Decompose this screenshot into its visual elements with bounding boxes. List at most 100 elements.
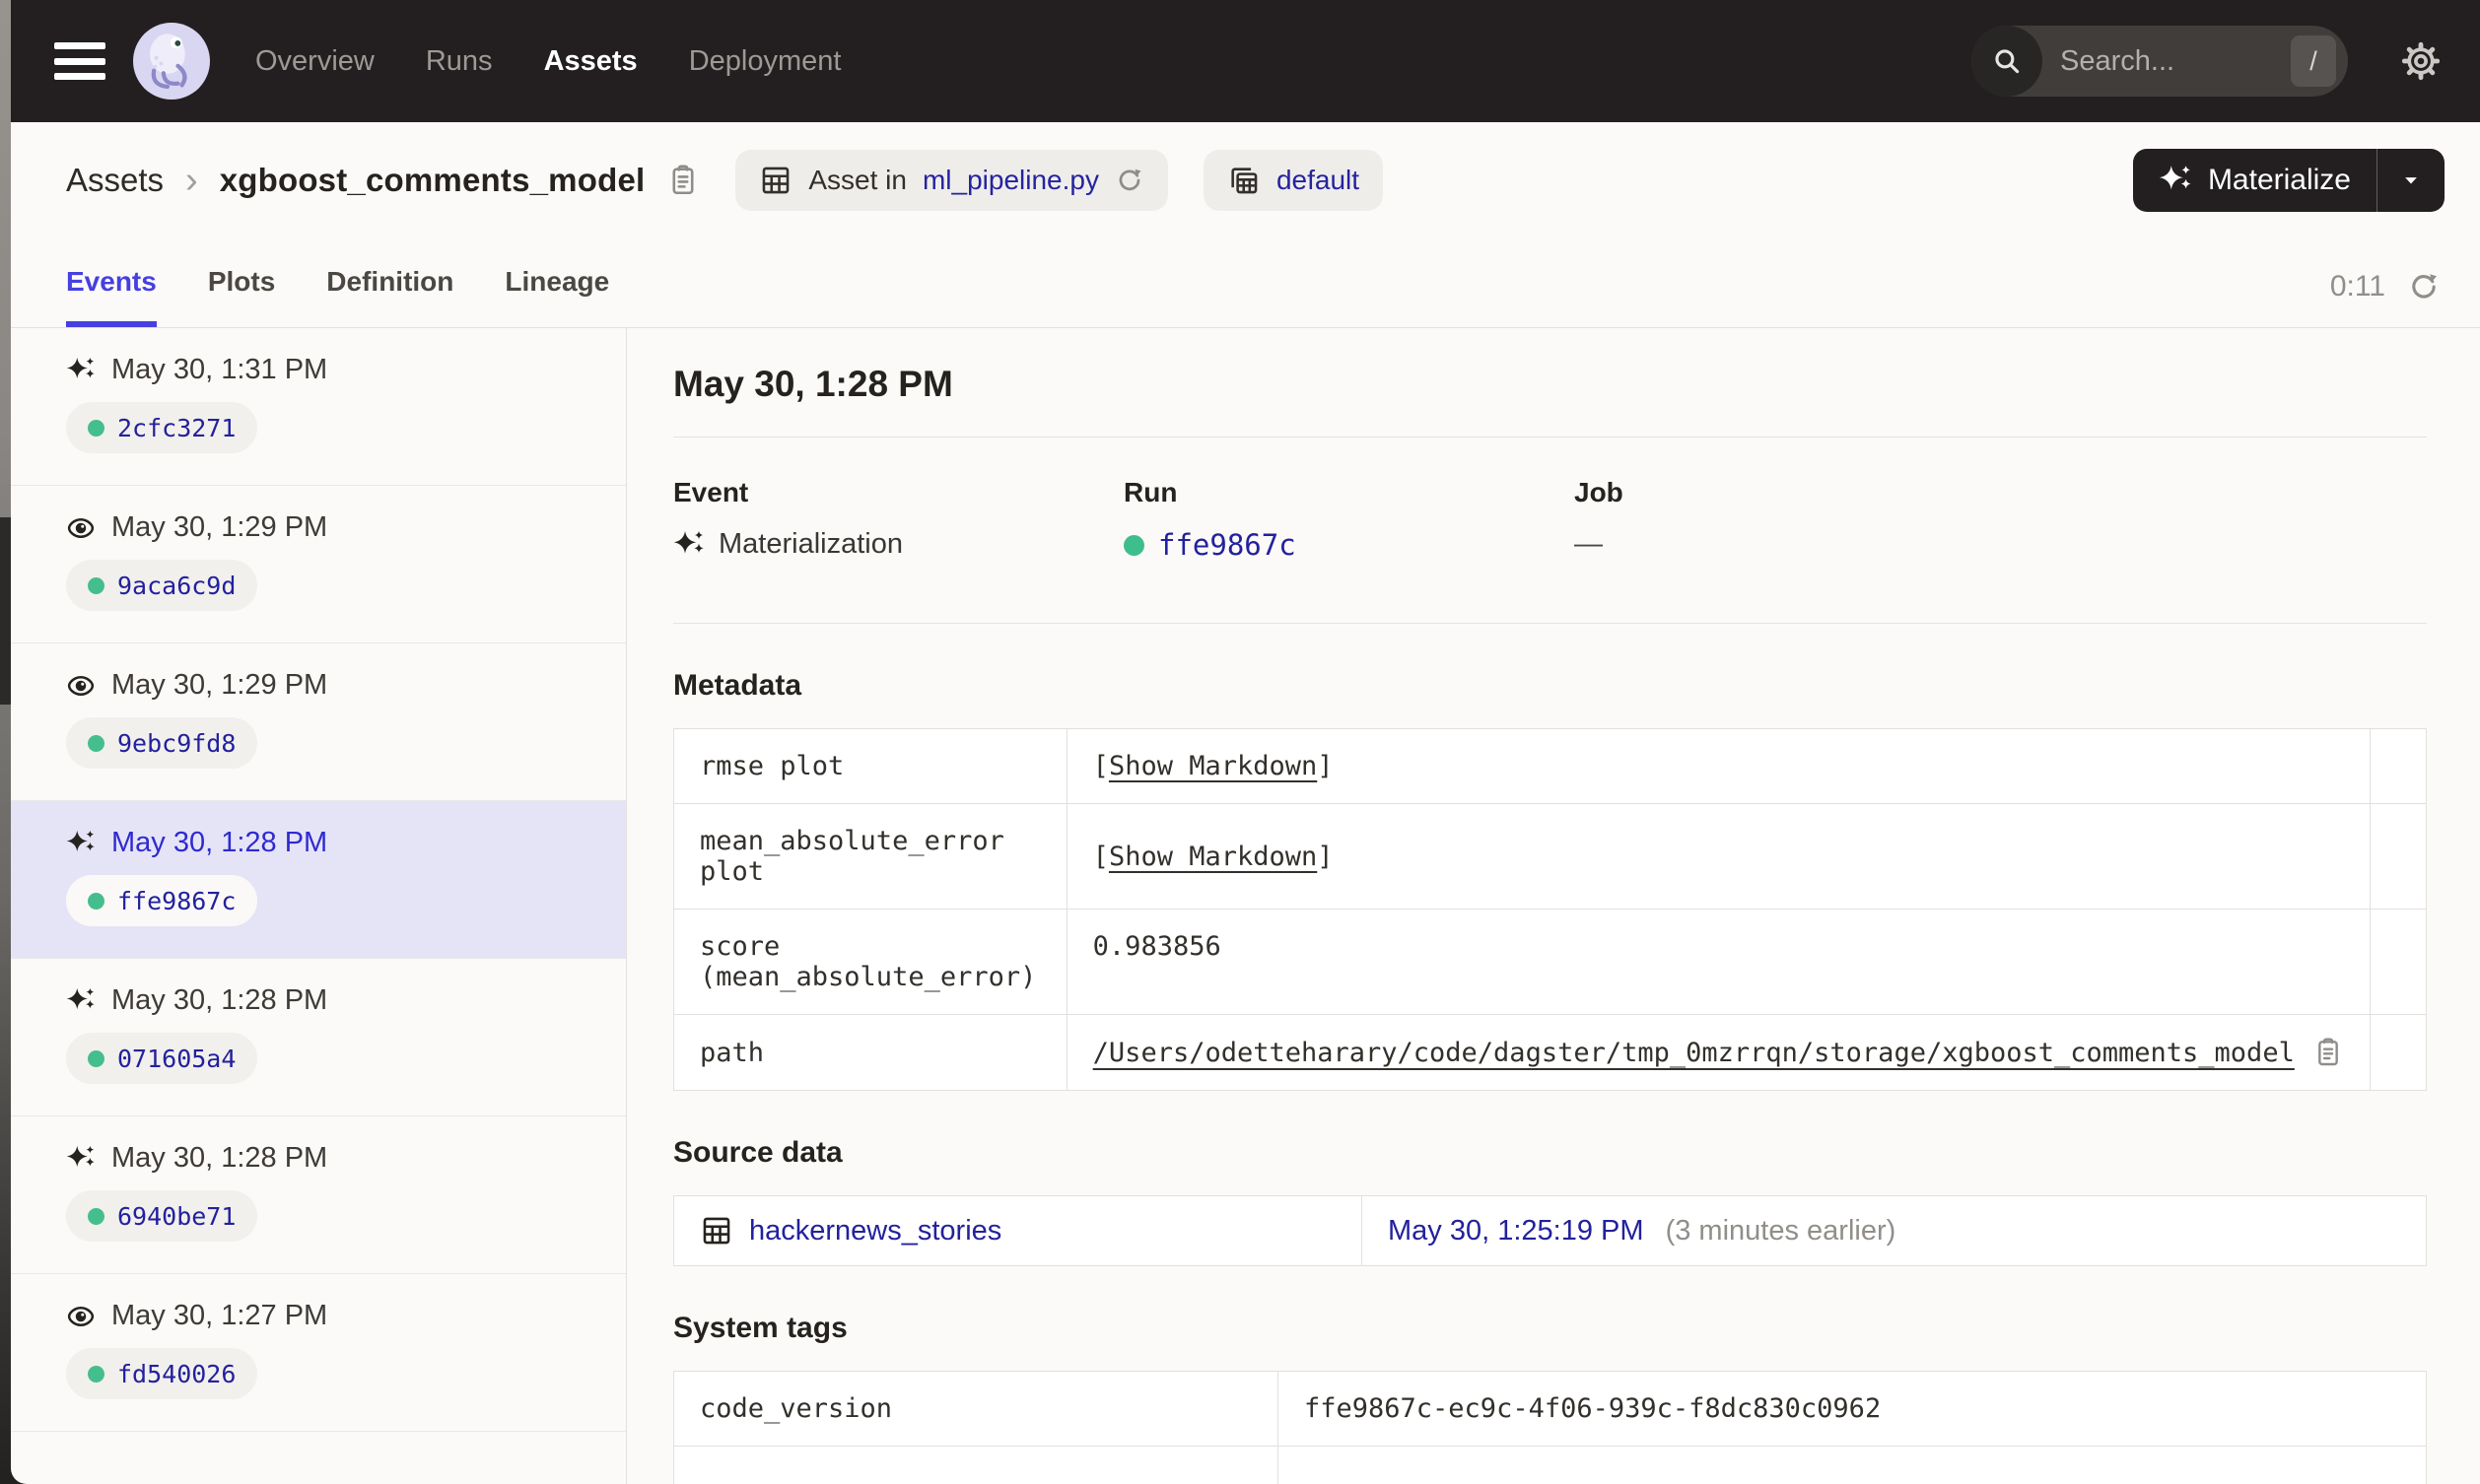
breadcrumb-assets-link[interactable]: Assets [66, 162, 164, 199]
run-id-pill[interactable]: 071605a4 [66, 1033, 258, 1084]
system-tags-table: code_version ffe9867c-ec9c-4f06-939c-f8d… [673, 1371, 2427, 1484]
materialize-button[interactable]: Materialize [2133, 149, 2377, 212]
search-shortcut-badge: / [2291, 35, 2336, 87]
observation-eye-icon [66, 513, 96, 543]
asset-in-file-badge: Asset in ml_pipeline.py [735, 150, 1168, 211]
metadata-value: /Users/odetteharary/code/dagster/tmp_0mz… [1066, 1014, 2371, 1091]
pipeline-file-link[interactable]: ml_pipeline.py [923, 165, 1099, 196]
run-id-pill[interactable]: fd540026 [66, 1348, 258, 1399]
run-status-dot [88, 1049, 104, 1067]
metadata-key: rmse plot [673, 728, 1068, 804]
run-id-pill[interactable]: 9ebc9fd8 [66, 717, 258, 769]
observation-eye-icon [66, 671, 96, 701]
event-date: May 30, 1:27 PM [111, 1300, 328, 1331]
run-status-dot [88, 576, 104, 594]
source-asset-link[interactable]: hackernews_stories [700, 1214, 1336, 1248]
search-box[interactable]: / [1971, 26, 2348, 97]
run-id-pill[interactable]: 9aca6c9d [66, 560, 258, 611]
metadata-value: [Show Markdown] [1066, 803, 2371, 910]
metadata-heading: Metadata [673, 669, 802, 702]
nav-item-assets[interactable]: Assets [544, 45, 638, 78]
show-markdown-link[interactable]: Show Markdown [1109, 751, 1317, 781]
job-column-label: Job [1574, 477, 1623, 507]
copy-path-icon[interactable] [2312, 1037, 2344, 1068]
event-list-item[interactable]: May 30, 1:29 PM 9aca6c9d [11, 486, 626, 643]
nav-item-deployment[interactable]: Deployment [689, 45, 842, 78]
top-nav: Overview Runs Assets Deployment / [11, 0, 2480, 122]
run-status-dot [88, 734, 104, 752]
run-column-label: Run [1124, 477, 1178, 507]
run-status-dot [88, 1365, 104, 1383]
repo-default-link[interactable]: default [1276, 165, 1359, 196]
metadata-table: rmse plot [Show Markdown] mean_absolute_… [673, 728, 2428, 1091]
nav-item-runs[interactable]: Runs [426, 45, 493, 78]
event-list: May 30, 1:31 PM 2cfc3271 May 30, 1:29 PM… [11, 328, 627, 1484]
dagster-logo[interactable] [133, 23, 210, 100]
page-title: xgboost_comments_model [219, 162, 646, 198]
event-list-item[interactable]: May 30, 1:27 PM fd540026 [11, 1274, 626, 1432]
tab-lineage[interactable]: Lineage [505, 266, 609, 327]
run-status-dot [88, 892, 104, 910]
run-id-pill[interactable]: 6940be71 [66, 1190, 258, 1242]
asset-table-icon [759, 164, 792, 197]
source-relative-time: (3 minutes earlier) [1665, 1214, 1896, 1247]
path-link[interactable]: /Users/odetteharary/code/dagster/tmp_0mz… [1093, 1038, 2295, 1068]
metadata-value: [Show Markdown] [1066, 728, 2371, 804]
menu-icon[interactable] [54, 42, 105, 80]
materialize-dropdown-caret[interactable] [2377, 149, 2445, 212]
event-type-value: Materialization [719, 528, 903, 560]
event-detail-title: May 30, 1:28 PM [673, 364, 953, 404]
run-id-pill[interactable]: 2cfc3271 [66, 402, 258, 453]
repo-grid-icon [1227, 164, 1261, 197]
tab-bar: Events Plots Definition Lineage 0:11 [11, 238, 2480, 328]
event-list-item[interactable]: May 30, 1:29 PM 9ebc9fd8 [11, 643, 626, 801]
table-row: score (mean_absolute_error) 0.983856 [673, 909, 2428, 1015]
materialization-sparkle-icon [66, 986, 96, 1016]
run-status-dot [1124, 534, 1144, 556]
event-date: May 30, 1:28 PM [111, 827, 328, 858]
event-date: May 30, 1:31 PM [111, 354, 328, 385]
event-list-item-selected[interactable]: May 30, 1:28 PM ffe9867c [11, 801, 626, 959]
event-date: May 30, 1:28 PM [111, 984, 328, 1016]
settings-gear-icon[interactable] [2399, 39, 2443, 83]
event-detail-panel: May 30, 1:28 PM Event Materialization Ru… [627, 328, 2480, 1484]
event-date: May 30, 1:29 PM [111, 669, 328, 701]
dagster-app-window: Overview Runs Assets Deployment / [11, 0, 2480, 1484]
observation-eye-icon [66, 1302, 96, 1331]
refresh-icon[interactable] [2407, 270, 2441, 304]
search-input[interactable] [2042, 44, 2291, 78]
table-endcap [2369, 909, 2428, 1015]
background-window-sliver [0, 517, 11, 705]
metadata-key: path [673, 1014, 1068, 1091]
materialization-sparkle-icon [66, 356, 96, 385]
tab-events[interactable]: Events [66, 266, 157, 327]
table-row: hackernews_stories May 30, 1:25:19 PM (3… [673, 1195, 2427, 1266]
materialization-sparkle-icon [673, 529, 705, 561]
metadata-key: mean_absolute_error plot [673, 803, 1068, 910]
source-data-table: hackernews_stories May 30, 1:25:19 PM (3… [673, 1195, 2427, 1266]
event-list-item[interactable]: May 30, 1:31 PM 2cfc3271 [11, 328, 626, 486]
event-column-label: Event [673, 477, 749, 507]
run-id-link[interactable]: ffe9867c [1158, 528, 1296, 562]
source-timestamp-link[interactable]: May 30, 1:25:19 PM [1388, 1215, 1644, 1247]
sparkle-icon [2159, 166, 2191, 190]
event-list-item[interactable]: May 30, 1:28 PM 071605a4 [11, 959, 626, 1116]
copy-asset-name-icon[interactable] [666, 164, 700, 197]
system-tag-value: ffe9867c-ec9c-4f06-939c-f8dc830c0962 [1277, 1371, 2427, 1447]
materialization-sparkle-icon [66, 829, 96, 858]
event-list-item[interactable]: May 30, 1:28 PM 6940be71 [11, 1116, 626, 1274]
reload-definitions-icon[interactable] [1115, 166, 1144, 195]
metadata-key: score (mean_absolute_error) [673, 909, 1068, 1015]
run-id-pill[interactable]: ffe9867c [66, 875, 258, 926]
refresh-countdown: 0:11 [2329, 270, 2385, 303]
run-status-dot [88, 419, 104, 437]
run-status-dot [88, 1207, 104, 1225]
table-row [673, 1446, 2427, 1484]
nav-item-overview[interactable]: Overview [255, 45, 375, 78]
system-tags-heading: System tags [673, 1312, 848, 1344]
tab-plots[interactable]: Plots [208, 266, 275, 327]
show-markdown-link[interactable]: Show Markdown [1109, 842, 1317, 872]
tab-definition[interactable]: Definition [326, 266, 453, 327]
event-date: May 30, 1:28 PM [111, 1142, 328, 1174]
breadcrumb-row: Assets › xgboost_comments_model Asset in… [11, 122, 2480, 238]
